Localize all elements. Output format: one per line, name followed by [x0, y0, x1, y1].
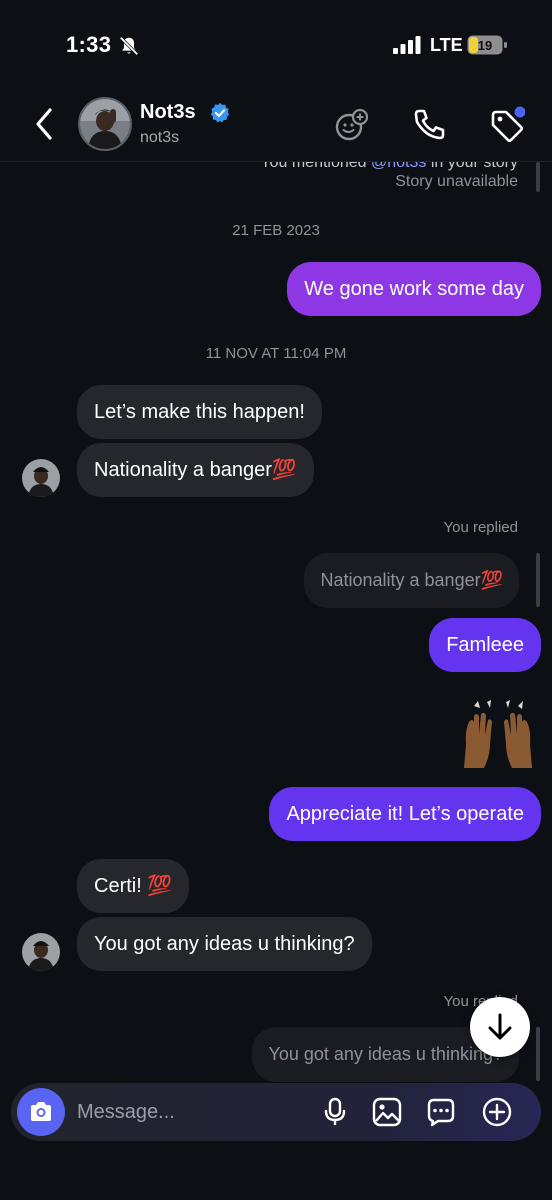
replied-quote[interactable]: Nationality a banger💯: [304, 553, 519, 608]
message-list[interactable]: You mentioned @not3s in your story Story…: [0, 162, 552, 1082]
story-mention-text: You mentioned @not3s in your story: [260, 162, 518, 172]
sent-message[interactable]: Appreciate it! Let’s operate: [269, 787, 541, 841]
bell-muted-icon: [119, 36, 139, 56]
received-message[interactable]: Certi! 💯: [77, 859, 190, 913]
received-message[interactable]: Nationality a banger💯: [77, 443, 314, 497]
sender-avatar[interactable]: [22, 459, 60, 497]
story-prefix: You mentioned: [260, 162, 372, 171]
status-bar: 1:33 LTE 19: [0, 0, 552, 88]
reply-quote-bar: [536, 1027, 540, 1081]
story-quote-bar: [536, 162, 540, 192]
message-composer: [11, 1083, 541, 1141]
tag-icon[interactable]: [487, 106, 525, 144]
chat-header: Not3s not3s: [0, 90, 552, 162]
contact-username: not3s: [140, 129, 180, 146]
battery-icon: 19: [467, 35, 507, 55]
status-time: 1:33: [66, 32, 112, 57]
reply-label: You replied: [443, 519, 518, 536]
chevron-left-icon[interactable]: [28, 106, 60, 142]
avatar-photo: [22, 459, 60, 497]
battery-level: 19: [478, 38, 492, 53]
verified-badge-icon: [210, 102, 230, 123]
received-message[interactable]: Let’s make this happen!: [77, 385, 322, 439]
story-status: Story unavailable: [395, 173, 518, 190]
camera-button[interactable]: [17, 1088, 65, 1136]
sender-avatar[interactable]: [22, 933, 60, 971]
story-mention-handle[interactable]: @not3s: [371, 162, 426, 171]
signal-icon: [393, 36, 421, 54]
camera-icon: [31, 1102, 51, 1121]
profile-avatar[interactable]: [78, 97, 132, 151]
plus-icon[interactable]: [481, 1096, 513, 1128]
sticker-icon[interactable]: [425, 1096, 457, 1128]
avatar-photo: [22, 933, 60, 971]
network-type: LTE: [430, 35, 463, 55]
message-input[interactable]: [77, 1100, 297, 1124]
microphone-icon[interactable]: [319, 1096, 351, 1128]
gallery-icon[interactable]: [371, 1096, 403, 1128]
arrow-down-icon: [488, 1013, 512, 1040]
scroll-to-bottom-button[interactable]: [470, 997, 530, 1057]
reply-quote-bar: [536, 553, 540, 607]
avatar-photo: [80, 99, 130, 149]
phone-icon[interactable]: [410, 106, 448, 144]
sent-message[interactable]: We gone work some day: [287, 262, 541, 316]
sent-message[interactable]: Famleee: [429, 618, 541, 672]
story-suffix: in your story: [426, 162, 518, 171]
date-separator: 11 NOV AT 11:04 PM: [205, 345, 347, 362]
effects-icon[interactable]: [332, 106, 370, 144]
raising-hands-emoji[interactable]: [460, 700, 536, 770]
date-separator: 21 FEB 2023: [232, 222, 320, 239]
received-message[interactable]: You got any ideas u thinking?: [77, 917, 372, 971]
contact-name[interactable]: Not3s: [140, 101, 196, 124]
